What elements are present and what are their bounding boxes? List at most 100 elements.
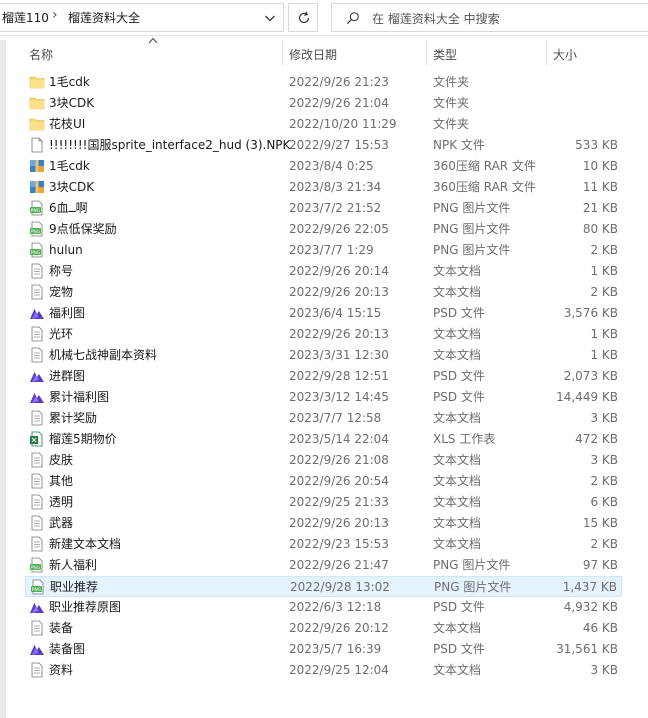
file-type: 文本文档 <box>433 453 482 467</box>
file-name: 花枝UI <box>49 117 86 131</box>
file-type: 文本文档 <box>433 327 482 341</box>
file-row[interactable]: 机械七战神副本资料 2023/3/31 12:30 文本文档 1 KB <box>25 345 622 366</box>
file-row[interactable]: 武器 2022/9/26 20:13 文本文档 15 KB <box>25 513 622 534</box>
file-row[interactable]: 1毛cdk 2022/9/26 21:23 文件夹 <box>25 72 622 93</box>
file-date: 2023/6/4 15:15 <box>289 306 382 320</box>
file-type: 文件夹 <box>433 117 470 131</box>
file-type: XLS 工作表 <box>433 432 496 446</box>
file-name: 3块CDK <box>49 96 95 110</box>
file-name: 资料 <box>49 663 74 677</box>
file-type: NPK 文件 <box>433 138 485 152</box>
file-row[interactable]: 职业推荐原图 2022/6/3 12:18 PSD 文件 4,932 KB <box>25 597 622 618</box>
file-size: 1 KB <box>590 264 618 278</box>
column-header-name[interactable]: 名称 <box>29 46 53 63</box>
file-type: PSD 文件 <box>433 600 485 614</box>
file-date: 2023/5/7 16:39 <box>289 642 382 656</box>
file-date: 2022/9/26 20:13 <box>289 516 389 530</box>
file-row[interactable]: 进群图 2022/9/28 12:51 PSD 文件 2,073 KB <box>25 366 622 387</box>
file-date: 2022/9/26 21:47 <box>289 558 389 572</box>
search-input[interactable]: 在 榴莲资料大全 中搜索 <box>331 3 648 32</box>
file-row[interactable]: PNG 职业推荐 2022/9/28 13:02 PNG 图片文件 1,437 KB <box>25 576 622 597</box>
file-size: 2 KB <box>590 537 618 551</box>
file-row[interactable]: PNG hulun 2023/7/7 1:29 PNG 图片文件 2 KB <box>25 240 622 261</box>
png-image-icon: PNG <box>30 579 46 595</box>
file-type: 文本文档 <box>433 537 482 551</box>
file-row[interactable]: 透明 2022/9/25 21:33 文本文档 6 KB <box>25 492 622 513</box>
column-header-size[interactable]: 大小 <box>553 46 577 63</box>
column-divider[interactable] <box>546 40 547 66</box>
file-name: 3块CDK <box>49 180 95 194</box>
file-size: 533 KB <box>575 138 618 152</box>
file-size: 15 KB <box>582 516 618 530</box>
file-size: 11 KB <box>582 180 618 194</box>
file-size: 472 KB <box>575 432 618 446</box>
file-date: 2022/9/26 20:13 <box>289 327 389 341</box>
breadcrumb[interactable]: 榴莲110 › 榴莲资料大全 <box>0 3 284 32</box>
chevron-down-icon[interactable] <box>262 10 278 26</box>
file-row[interactable]: 榴莲5期物价 2023/5/14 22:04 XLS 工作表 472 KB <box>25 429 622 450</box>
text-document-icon <box>29 326 45 342</box>
file-date: 2022/9/26 22:05 <box>289 222 389 236</box>
file-type: 文本文档 <box>433 621 482 635</box>
column-divider[interactable] <box>426 40 427 66</box>
text-document-icon <box>29 263 45 279</box>
file-size: 3,576 KB <box>563 306 618 320</box>
file-row[interactable]: 其他 2022/9/26 20:54 文本文档 2 KB <box>25 471 622 492</box>
navigation-pane-edge[interactable] <box>0 40 6 718</box>
file-size: 1 KB <box>590 348 618 362</box>
file-date: 2022/9/26 20:54 <box>289 474 389 488</box>
file-row[interactable]: 光环 2022/9/26 20:13 文本文档 1 KB <box>25 324 622 345</box>
file-date: 2022/9/28 12:51 <box>289 369 389 383</box>
column-divider[interactable] <box>282 40 283 66</box>
column-header-row: 名称 修改日期 类型 大小 <box>0 36 648 70</box>
text-document-icon <box>29 662 45 678</box>
svg-text:PNG: PNG <box>31 229 41 235</box>
file-size: 2 KB <box>590 243 618 257</box>
file-row[interactable]: 累计奖励 2023/7/7 12:58 文本文档 3 KB <box>25 408 622 429</box>
breadcrumb-item-root[interactable]: 榴莲110 <box>2 9 49 26</box>
file-date: 2022/10/20 11:29 <box>289 117 397 131</box>
file-row[interactable]: 3块CDK 2023/8/3 21:34 360压缩 RAR 文件 11 KB <box>25 177 622 198</box>
sort-ascending-icon <box>148 37 158 44</box>
file-date: 2023/8/3 21:34 <box>289 180 382 194</box>
file-row[interactable]: 宠物 2022/9/26 20:13 文本文档 2 KB <box>25 282 622 303</box>
refresh-button[interactable] <box>288 3 318 32</box>
file-size: 3 KB <box>590 663 618 677</box>
file-date: 2023/7/7 1:29 <box>289 243 374 257</box>
address-bar: 榴莲110 › 榴莲资料大全 在 榴莲资料大全 中搜索 <box>0 0 648 36</box>
psd-file-icon <box>29 389 45 405</box>
file-row[interactable]: 装备 2022/9/26 20:12 文本文档 46 KB <box>25 618 622 639</box>
file-size: 3 KB <box>590 411 618 425</box>
file-row[interactable]: 皮肤 2022/9/26 21:08 文本文档 3 KB <box>25 450 622 471</box>
file-row[interactable]: 新建文本文档 2022/9/23 15:53 文本文档 2 KB <box>25 534 622 555</box>
file-row[interactable]: 3块CDK 2022/9/26 21:04 文件夹 <box>25 93 622 114</box>
file-type: 文件夹 <box>433 75 470 89</box>
file-row[interactable]: !!!!!!!!国服sprite_interface2_hud (3).NPK 2… <box>25 135 622 156</box>
file-row[interactable]: PNG 新人福利 2022/9/26 21:47 PNG 图片文件 97 KB <box>25 555 622 576</box>
file-size: 4,932 KB <box>563 600 618 614</box>
file-row[interactable]: 1毛cdk 2023/8/4 0:25 360压缩 RAR 文件 10 KB <box>25 156 622 177</box>
file-row[interactable]: 称号 2022/9/26 20:14 文本文档 1 KB <box>25 261 622 282</box>
file-row[interactable]: PNG 6血ــ啊 2023/7/2 21:52 PNG 图片文件 21 KB <box>25 198 622 219</box>
file-row[interactable]: 福利图 2023/6/4 15:15 PSD 文件 3,576 KB <box>25 303 622 324</box>
png-image-icon: PNG <box>29 557 45 573</box>
file-row[interactable]: 装备图 2023/5/7 16:39 PSD 文件 31,561 KB <box>25 639 622 660</box>
file-row[interactable]: 累计福利图 2023/3/12 14:45 PSD 文件 14,449 KB <box>25 387 622 408</box>
file-row[interactable]: 资料 2022/9/25 12:04 文本文档 3 KB <box>25 660 622 681</box>
file-row[interactable]: 花枝UI 2022/10/20 11:29 文件夹 <box>25 114 622 135</box>
folder-icon <box>29 74 45 90</box>
breadcrumb-item-current[interactable]: 榴莲资料大全 <box>68 9 140 26</box>
column-header-type[interactable]: 类型 <box>433 46 457 63</box>
file-name: 新建文本文档 <box>49 537 122 551</box>
column-header-date[interactable]: 修改日期 <box>289 46 337 63</box>
svg-text:PNG: PNG <box>32 587 42 593</box>
file-name: 称号 <box>49 264 74 278</box>
png-image-icon: PNG <box>29 200 45 216</box>
psd-file-icon <box>29 368 45 384</box>
file-type: PSD 文件 <box>433 390 485 404</box>
file-size: 6 KB <box>590 495 618 509</box>
file-date: 2023/7/7 12:58 <box>289 411 382 425</box>
file-name: 职业推荐原图 <box>49 600 122 614</box>
file-row[interactable]: PNG 9点低保奖励 2022/9/26 22:05 PNG 图片文件 80 KB <box>25 219 622 240</box>
file-size: 2 KB <box>590 285 618 299</box>
